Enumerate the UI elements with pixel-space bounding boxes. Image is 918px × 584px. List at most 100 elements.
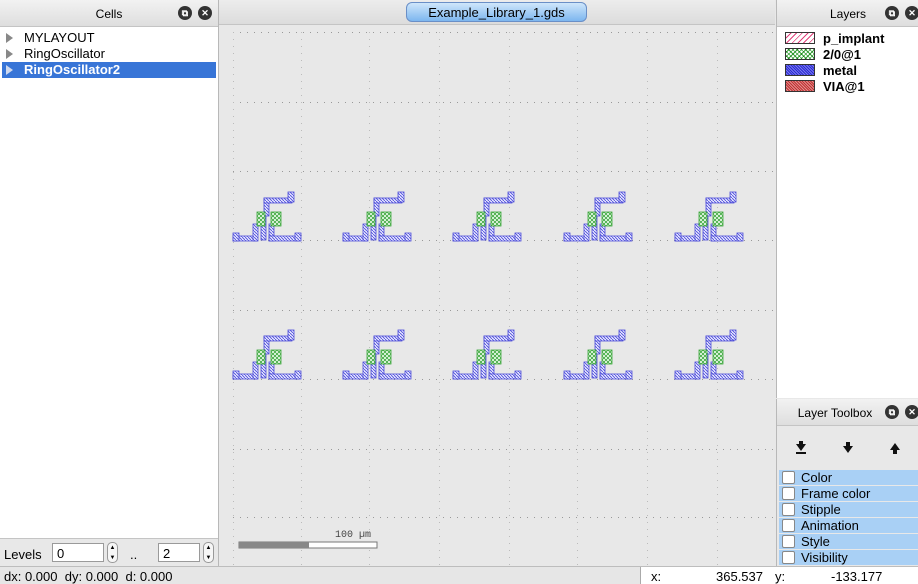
levels-to-input[interactable]: 2 (158, 543, 200, 562)
grid-dot (646, 517, 647, 518)
grid-dot (296, 171, 297, 172)
grid-dot (261, 449, 262, 450)
grid-dot (751, 517, 752, 518)
expand-triangle-icon[interactable] (6, 49, 13, 59)
cells-panel-buttons: ⧉ ✕ (178, 6, 212, 20)
float-icon[interactable]: ⧉ (178, 6, 192, 20)
grid-dot (717, 312, 718, 313)
grid-dot (401, 517, 402, 518)
grid-dot (450, 379, 451, 380)
frame-color-checkbox[interactable] (782, 487, 795, 500)
metal-wire (294, 370, 302, 380)
grid-dot (772, 32, 773, 33)
cell-item-mylayout[interactable]: MYLAYOUT (0, 30, 218, 46)
close-icon[interactable]: ✕ (198, 6, 212, 20)
grid-dot (541, 310, 542, 311)
grid-dot (338, 449, 339, 450)
cell-item-ringoscillator[interactable]: RingOscillator (0, 46, 218, 62)
float-icon[interactable]: ⧉ (885, 405, 899, 419)
grid-dot (359, 102, 360, 103)
float-icon[interactable]: ⧉ (885, 6, 899, 20)
move-down-icon[interactable] (840, 440, 856, 456)
layer-row-via[interactable]: VIA@1 (785, 78, 865, 94)
levels-to-stepper[interactable]: ▲ ▼ (203, 542, 214, 563)
grid-dot (647, 438, 648, 439)
grid-dot (499, 449, 500, 450)
expand-triangle-icon[interactable] (6, 65, 13, 75)
grid-dot (457, 517, 458, 518)
grid-dot (369, 459, 370, 460)
animation-checkbox[interactable] (782, 519, 795, 532)
grid-dot (590, 379, 591, 380)
grid-dot (369, 298, 370, 299)
grid-dot (233, 263, 234, 264)
grid-dot (577, 564, 578, 565)
expand-triangle-icon[interactable] (6, 33, 13, 43)
layer-name: VIA@1 (823, 78, 865, 94)
grid-dot (647, 179, 648, 180)
grid-dot (324, 310, 325, 311)
grid-dot (744, 32, 745, 33)
close-icon[interactable]: ✕ (905, 405, 918, 419)
grid-dot (301, 382, 302, 383)
grid-dot (369, 123, 370, 124)
visibility-checkbox[interactable] (782, 551, 795, 564)
grid-dot (303, 32, 304, 33)
tab-example-library[interactable]: Example_Library_1.gds (406, 2, 587, 22)
levels-from-stepper[interactable]: ▲ ▼ (107, 542, 118, 563)
grid-dot (352, 310, 353, 311)
grid-dot (646, 102, 647, 103)
metal-wire (232, 232, 240, 242)
layout-canvas[interactable]: 100 µm (219, 24, 775, 566)
move-up-icon[interactable] (887, 440, 903, 456)
grid-dot (751, 102, 752, 103)
grid-dot (369, 235, 370, 236)
grid-dot (352, 171, 353, 172)
grid-dot (618, 449, 619, 450)
cells-title-text: Cells (95, 7, 123, 21)
cell-item-ringoscillator2[interactable]: RingOscillator2 (2, 62, 216, 78)
move-to-bottom-icon[interactable] (793, 440, 809, 456)
grid-dot (647, 494, 648, 495)
grid-dot (618, 517, 619, 518)
grid-dot (261, 32, 262, 33)
grid-dot (261, 517, 262, 518)
toolbox-stipple[interactable]: Stipple (779, 502, 918, 517)
style-checkbox[interactable] (782, 535, 795, 548)
metal-wire (404, 370, 412, 380)
grid-dot (233, 536, 234, 537)
toolbox-visibility[interactable]: Visibility (779, 550, 918, 565)
grid-dot (660, 449, 661, 450)
grid-dot (577, 158, 578, 159)
grid-dot (240, 171, 241, 172)
grid-dot (647, 298, 648, 299)
toolbox-style[interactable]: Style (779, 534, 918, 549)
grid-dot (275, 32, 276, 33)
grid-dot (527, 310, 528, 311)
grid-dot (576, 171, 577, 172)
grid-dot (674, 102, 675, 103)
grid-dot (331, 240, 332, 241)
grid-dot (647, 74, 648, 75)
grid-dot (301, 277, 302, 278)
toolbox-panel-buttons: ⧉ ✕ (885, 405, 918, 419)
grid-dot (577, 53, 578, 54)
stipple-checkbox[interactable] (782, 503, 795, 516)
grid-dot (338, 310, 339, 311)
grid-dot (422, 449, 423, 450)
grid-dot (301, 95, 302, 96)
layer-row-metal[interactable]: metal (785, 62, 857, 78)
layer-row-2-0[interactable]: 2/0@1 (785, 46, 861, 62)
close-icon[interactable]: ✕ (905, 6, 918, 20)
toolbox-color[interactable]: Color (779, 470, 918, 485)
layer-row-p-implant[interactable]: p_implant (785, 30, 884, 46)
toolbox-animation[interactable]: Animation (779, 518, 918, 533)
grid-dot (499, 517, 500, 518)
toolbox-frame-color[interactable]: Frame color (779, 486, 918, 501)
levels-from-input[interactable]: 0 (52, 543, 104, 562)
grid-dot (737, 517, 738, 518)
grid-dot (439, 375, 440, 376)
grid-dot (717, 431, 718, 432)
grid-dot (450, 449, 451, 450)
color-checkbox[interactable] (782, 471, 795, 484)
